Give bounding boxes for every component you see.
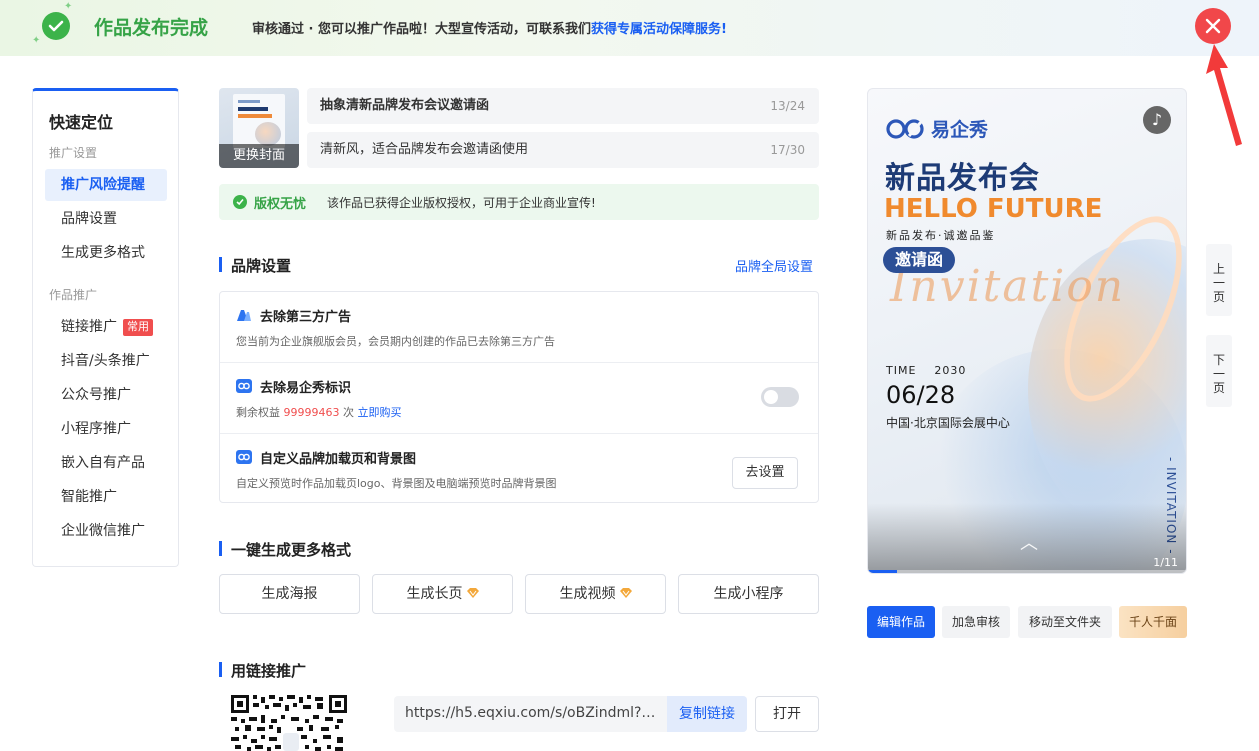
music-note-icon[interactable]: ♪ bbox=[1143, 106, 1171, 134]
copyright-heading: 版权无忧 bbox=[254, 197, 307, 212]
quick-nav: 快速定位 推广设置 推广风险提醒 品牌设置 生成更多格式 作品推广 链接推广 常用… bbox=[32, 88, 179, 567]
nav-group-work-promo: 作品推广 bbox=[49, 288, 98, 302]
move-to-folder-button[interactable]: 移动至文件夹 bbox=[1018, 606, 1112, 638]
next-page-button[interactable]: 下一页 bbox=[1206, 335, 1232, 407]
remove-logo-title: 去除易企秀标识 bbox=[260, 381, 352, 396]
share-link-box: https://h5.eqxiu.com/s/oBZindml?bt=yxy 复… bbox=[394, 696, 747, 732]
banner-message: 审核通过 · 您可以推广作品啦！大型宣传活动，可联系我们获得专属活动保障服务! bbox=[252, 22, 727, 37]
share-url-text[interactable]: https://h5.eqxiu.com/s/oBZindml?bt=yxy bbox=[405, 705, 661, 721]
preview-date: 06/28 bbox=[886, 381, 956, 409]
ad-remove-icon bbox=[237, 310, 251, 321]
brand-section-title: 品牌设置 bbox=[219, 255, 291, 276]
remove-logo-toggle[interactable] bbox=[761, 387, 799, 407]
prev-page-button[interactable]: 上一页 bbox=[1206, 244, 1232, 316]
preview-page-indicator: 1/11 bbox=[1153, 556, 1178, 569]
go-settings-button[interactable]: 去设置 bbox=[732, 457, 798, 489]
nav-item-smart-promo[interactable]: 智能推广 bbox=[45, 481, 167, 513]
nav-item-douyin-promo[interactable]: 抖音/头条推广 bbox=[45, 345, 167, 377]
close-button[interactable] bbox=[1195, 8, 1231, 44]
vip-diamond-icon bbox=[619, 588, 632, 598]
sparkle-icon: ✦ bbox=[32, 35, 41, 46]
preview-subtitle: 新品发布·诚邀品鉴 bbox=[886, 229, 996, 242]
sparkle-icon: ✦ bbox=[64, 1, 73, 12]
nav-title: 快速定位 bbox=[49, 113, 114, 132]
activity-service-link[interactable]: 获得专属活动保障服务! bbox=[591, 22, 727, 37]
nav-item-more-formats[interactable]: 生成更多格式 bbox=[45, 237, 167, 269]
generate-mini-program-button[interactable]: 生成小程序 bbox=[678, 574, 819, 614]
copy-link-button[interactable]: 复制链接 bbox=[667, 696, 747, 732]
nav-item-risk-reminder[interactable]: 推广风险提醒 bbox=[45, 169, 167, 201]
title-char-count: 13/24 bbox=[770, 99, 805, 113]
copyright-text: 该作品已获得企业版权授权，可用于企业商业宣传! bbox=[327, 196, 596, 210]
success-check-icon bbox=[42, 12, 70, 40]
check-circle-icon bbox=[233, 195, 247, 209]
eqxiu-logo-icon bbox=[236, 379, 252, 393]
remaining-rights: 剩余权益 99999463 次 立即购买 bbox=[236, 406, 402, 419]
custom-loading-title: 自定义品牌加载页和背景图 bbox=[260, 452, 417, 467]
nav-item-mini-program-promo[interactable]: 小程序推广 bbox=[45, 413, 167, 445]
swipe-up-icon: ︿ bbox=[1020, 533, 1038, 554]
custom-loading-row: 自定义品牌加载页和背景图 自定义预览时作品加载页logo、背景图及电脑端预览时品… bbox=[220, 434, 818, 505]
generate-video-button[interactable]: 生成视频 bbox=[525, 574, 666, 614]
remove-ads-row: 去除第三方广告 您当前为企业旗舰版会员，会员期内创建的作品已去除第三方广告 bbox=[220, 292, 818, 363]
open-link-button[interactable]: 打开 bbox=[755, 696, 819, 732]
eqxiu-brand-logo: 易企秀 bbox=[885, 115, 988, 142]
banner-title: 作品发布完成 bbox=[94, 17, 209, 39]
brand-global-settings-link[interactable]: 品牌全局设置 bbox=[735, 256, 813, 275]
work-preview[interactable]: 易企秀 ♪ 新品发布会 HELLO FUTURE 新品发布·诚邀品鉴 Invit… bbox=[867, 88, 1187, 574]
pointer-arrow-icon bbox=[1206, 44, 1242, 146]
vip-diamond-icon bbox=[466, 588, 479, 598]
generate-poster-button[interactable]: 生成海报 bbox=[219, 574, 360, 614]
nav-group-promo-settings: 推广设置 bbox=[49, 146, 98, 160]
remove-logo-row: 去除易企秀标识 剩余权益 99999463 次 立即购买 bbox=[220, 363, 818, 434]
nav-item-brand-settings[interactable]: 品牌设置 bbox=[45, 203, 167, 235]
change-cover-button[interactable]: 更换封面 bbox=[219, 144, 299, 168]
preview-place: 中国·北京国际会展中心 bbox=[886, 416, 1010, 430]
close-icon bbox=[1205, 18, 1221, 34]
publish-success-banner: ✦ ✦ 作品发布完成 审核通过 · 您可以推广作品啦！大型宣传活动，可联系我们获… bbox=[0, 0, 1259, 56]
custom-loading-desc: 自定义预览时作品加载页logo、背景图及电脑端预览时品牌背景图 bbox=[236, 477, 557, 490]
nav-item-embed-product[interactable]: 嵌入自有产品 bbox=[45, 447, 167, 479]
nav-item-wecom-promo[interactable]: 企业微信推广 bbox=[45, 515, 167, 547]
remove-ads-title: 去除第三方广告 bbox=[260, 310, 352, 325]
eqxiu-logo-icon bbox=[886, 119, 924, 139]
work-description-input[interactable]: 清新风，适合品牌发布会邀请函使用 17/30 bbox=[307, 132, 819, 168]
preview-badge: 邀请函 bbox=[883, 247, 956, 273]
formats-section-title: 一键生成更多格式 bbox=[219, 539, 351, 560]
preview-progress-bar bbox=[868, 570, 1186, 573]
buy-now-link[interactable]: 立即购买 bbox=[358, 406, 402, 419]
brand-settings-panel: 去除第三方广告 您当前为企业旗舰版会员，会员期内创建的作品已去除第三方广告 去除… bbox=[219, 291, 819, 503]
generate-long-page-button[interactable]: 生成长页 bbox=[372, 574, 513, 614]
eqxiu-logo-icon bbox=[236, 450, 252, 464]
edit-work-button[interactable]: 编辑作品 bbox=[867, 606, 935, 638]
preview-hello: HELLO FUTURE bbox=[884, 194, 1103, 224]
common-badge: 常用 bbox=[123, 319, 153, 336]
preview-time: TIME 2030 bbox=[886, 364, 967, 377]
preview-title: 新品发布会 bbox=[885, 161, 1040, 196]
cover-thumbnail[interactable]: 更换封面 bbox=[219, 88, 299, 168]
desc-char-count: 17/30 bbox=[770, 143, 805, 157]
personalize-button[interactable]: 千人千面 bbox=[1119, 606, 1187, 638]
qr-code-image bbox=[231, 695, 347, 751]
remaining-count: 99999463 bbox=[283, 406, 340, 419]
nav-item-official-account-promo[interactable]: 公众号推广 bbox=[45, 379, 167, 411]
remove-ads-desc: 您当前为企业旗舰版会员，会员期内创建的作品已去除第三方广告 bbox=[236, 335, 555, 348]
urgent-review-button[interactable]: 加急审核 bbox=[942, 606, 1010, 638]
link-section-title: 用链接推广 bbox=[219, 660, 306, 681]
nav-item-link-promo[interactable]: 链接推广 常用 bbox=[45, 311, 167, 343]
work-title-input[interactable]: 抽象清新品牌发布会议邀请函 13/24 bbox=[307, 88, 819, 124]
copyright-notice: 版权无忧 该作品已获得企业版权授权，可用于企业商业宣传! bbox=[219, 184, 819, 220]
